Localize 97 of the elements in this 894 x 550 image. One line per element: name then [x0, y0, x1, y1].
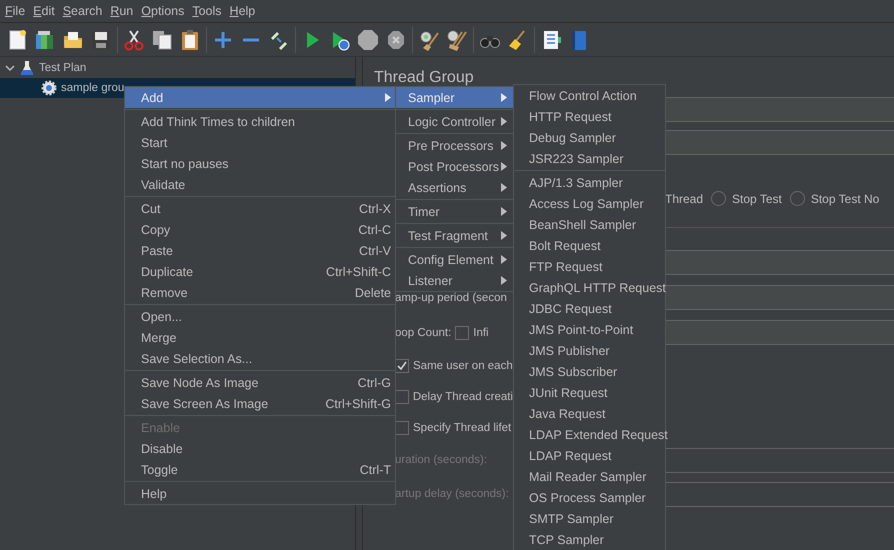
menu-item[interactable]: Merge	[125, 327, 395, 348]
tree-item[interactable]: Test Plan	[39, 62, 86, 74]
menu-item[interactable]: Remove Delete	[125, 282, 395, 303]
menu-item[interactable]: SMTP Sampler	[514, 508, 665, 529]
menu-bar-item[interactable]: Help	[226, 1, 260, 21]
collapse-caret-icon[interactable]	[5, 63, 15, 73]
radio-label: Stop Test No	[810, 192, 880, 206]
menu-item[interactable]: Sampler	[396, 87, 513, 108]
gear-icon	[41, 80, 57, 96]
menu-item[interactable]: JUnit Request	[514, 382, 665, 403]
shortcut-label: Ctrl-X	[358, 202, 391, 216]
menu-item[interactable]: BeanShell Sampler	[514, 214, 665, 235]
menu-item[interactable]: JMS Point-to-Point	[514, 319, 665, 340]
menu-bar-item[interactable]: Options	[137, 1, 188, 21]
tree-item[interactable]: sample grou	[61, 82, 124, 94]
menu-item[interactable]: Add	[125, 87, 395, 108]
input-field[interactable]	[665, 97, 894, 122]
radio-button[interactable]	[711, 191, 726, 206]
menu-item[interactable]: LDAP Request	[514, 445, 665, 466]
menu-item[interactable]: Toggle Ctrl-T	[125, 459, 395, 480]
books-icon[interactable]	[34, 28, 56, 50]
octagon-icon[interactable]	[357, 28, 379, 50]
menu-item[interactable]: JSR223 Sampler	[514, 148, 665, 169]
menu-item[interactable]: Pre Processors	[396, 135, 513, 156]
menu-item[interactable]: TCP Sampler	[514, 529, 665, 550]
menu-item[interactable]: Post Processors	[396, 156, 513, 177]
shortcut-label: Ctrl-T	[358, 462, 391, 476]
input-field[interactable]	[665, 250, 894, 275]
menu-item[interactable]: Bolt Request	[514, 235, 665, 256]
radio-button[interactable]	[790, 191, 805, 206]
field-label: artup delay (seconds):	[395, 488, 509, 500]
input-field[interactable]	[665, 320, 894, 345]
scissors-icon[interactable]	[123, 28, 145, 50]
clipboard-icon[interactable]	[179, 28, 201, 50]
menu-item[interactable]: HTTP Request	[514, 106, 665, 127]
menu-item[interactable]: Config Element	[396, 249, 513, 270]
gear-broom-icon[interactable]	[418, 28, 440, 50]
menu-item[interactable]: FTP Request	[514, 256, 665, 277]
field-label: oop Count:	[395, 326, 452, 338]
menu-item[interactable]: Save Node As Image Ctrl-G	[125, 372, 395, 393]
menu-item[interactable]: Start	[125, 132, 395, 153]
checkbox[interactable]	[455, 326, 470, 340]
panel-title: Thread Group	[374, 69, 474, 87]
menu-item[interactable]: JMS Subscriber	[514, 361, 665, 382]
menu-bar-item[interactable]: Edit	[29, 1, 59, 21]
menu-item[interactable]: Logic Controller	[396, 111, 513, 132]
radio-label: Thread	[665, 192, 704, 206]
checkbox-label: Same user on each	[413, 360, 513, 372]
menu-bar-item[interactable]: Tools	[188, 1, 226, 21]
field-label: amp-up period (secon	[395, 292, 507, 304]
menu-item[interactable]: Open...	[125, 306, 395, 327]
octagon-x-icon[interactable]	[385, 28, 407, 50]
menu-item[interactable]: Assertions	[396, 177, 513, 198]
menu-item[interactable]: Access Log Sampler	[514, 193, 665, 214]
menu-item[interactable]: Listener	[396, 270, 513, 291]
shortcut-label: Ctrl-V	[358, 244, 391, 258]
input-field[interactable]	[665, 285, 894, 310]
menu-item[interactable]: Help	[125, 483, 395, 504]
menu-item[interactable]: AJP/1.3 Sampler	[514, 172, 665, 193]
menu-item[interactable]: Save Selection As...	[125, 348, 395, 369]
shortcut-label: Ctrl+Shift-C	[325, 264, 391, 278]
menu-item[interactable]: Cut Ctrl-X	[125, 198, 395, 219]
menu-item[interactable]: Disable	[125, 438, 395, 459]
menu-item[interactable]: JDBC Request	[514, 298, 665, 319]
menu-item[interactable]: Paste Ctrl-V	[125, 240, 395, 261]
menu-item[interactable]: Debug Sampler	[514, 127, 665, 148]
menu-item[interactable]: Duplicate Ctrl+Shift-C	[125, 261, 395, 282]
menu-item[interactable]: Java Request	[514, 403, 665, 424]
checkbox-label: Infi	[473, 326, 489, 338]
menu-bar-item[interactable]: Run	[106, 1, 138, 21]
menu-item[interactable]: Copy Ctrl-C	[125, 219, 395, 240]
menu-item[interactable]: JMS Publisher	[514, 340, 665, 361]
menu-bar-item[interactable]: File	[1, 1, 30, 21]
menu-item[interactable]: Test Fragment	[396, 225, 513, 246]
input-field[interactable]	[665, 130, 894, 155]
menu-item[interactable]: Add Think Times to children	[125, 111, 395, 132]
save-icon[interactable]	[90, 28, 112, 50]
menu-item[interactable]: OS Process Sampler	[514, 487, 665, 508]
menu-item[interactable]: Timer	[396, 201, 513, 222]
menu-item[interactable]: Mail Reader Sampler	[514, 466, 665, 487]
gear-brooms-icon[interactable]	[446, 28, 468, 50]
radio-label: Stop Test	[732, 192, 782, 206]
shortcut-label: Ctrl-G	[356, 376, 391, 390]
menu-item[interactable]: Flow Control Action	[514, 85, 665, 106]
menu-bar-item[interactable]: Search	[58, 1, 106, 21]
flask-icon	[19, 60, 35, 76]
menu-item[interactable]: GraphQL HTTP Request	[514, 277, 665, 298]
copy-icon[interactable]	[151, 28, 173, 50]
menu-item[interactable]: Start no pauses	[125, 153, 395, 174]
shortcut-label: Ctrl+Shift-G	[324, 396, 391, 410]
shortcut-label: Delete	[354, 286, 391, 300]
checkbox-label: Specify Thread lifet	[413, 422, 512, 434]
menu-item[interactable]: Save Screen As Image Ctrl+Shift-G	[125, 393, 395, 414]
shortcut-label: Ctrl-C	[357, 222, 391, 236]
field-label: uration (seconds):	[395, 454, 488, 466]
menu-item[interactable]: Validate	[125, 174, 395, 195]
checkbox-label: Delay Thread creati	[412, 390, 513, 402]
